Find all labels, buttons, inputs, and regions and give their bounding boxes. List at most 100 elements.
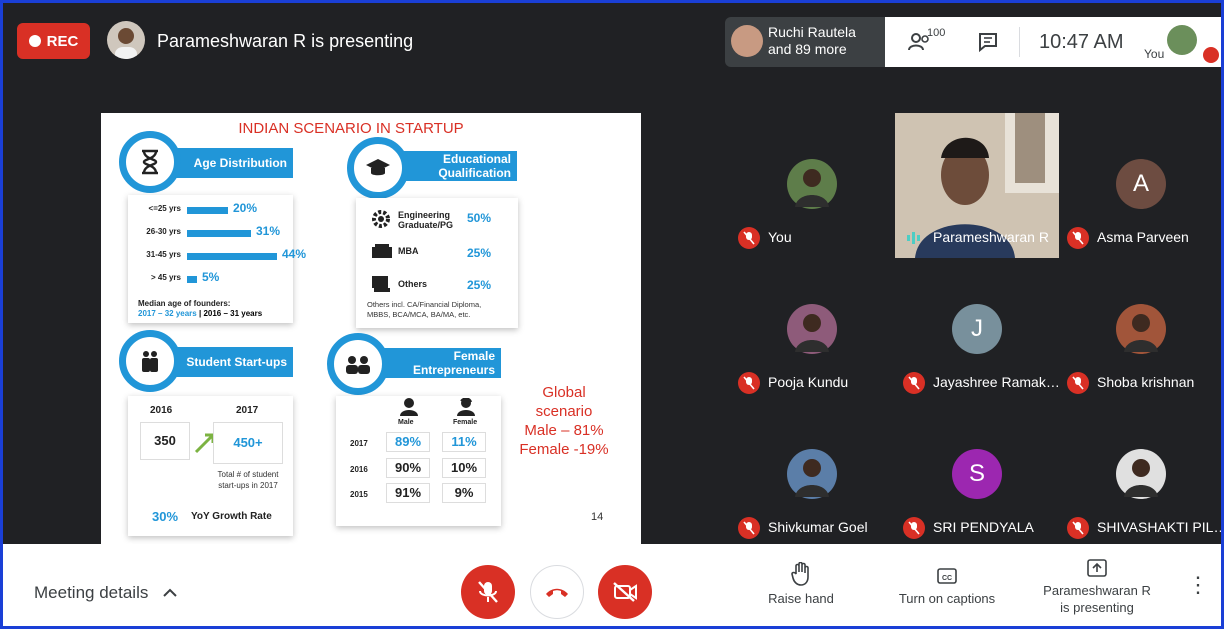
presenting-line2: is presenting	[1060, 600, 1134, 615]
global-scenario: Global scenario Male – 81% Female -19%	[509, 383, 619, 459]
presenting-line1: Parameshwaran R	[1043, 583, 1151, 598]
recording-badge: REC	[17, 23, 90, 59]
global-line2: scenario	[535, 403, 593, 420]
avatar-initial: S	[968, 460, 985, 487]
avatar: J	[952, 304, 1002, 354]
captions-icon: CC	[937, 568, 957, 584]
female-row-male: 89%	[386, 432, 430, 452]
col-male: Male	[398, 419, 414, 426]
entrepreneurs-icon	[327, 333, 389, 395]
graduation-cap-icon	[347, 137, 409, 199]
participant-tile[interactable]: SHIVASHAKTI PIL…	[1059, 403, 1221, 548]
student-value-a: 350	[140, 422, 190, 460]
avatar	[787, 159, 837, 209]
raise-hand-button[interactable]: Raise hand	[763, 561, 839, 607]
age-row-label: 26-30 yrs	[146, 227, 181, 236]
female-card: Male Female 2017 89% 11% 2016 90% 10% 2015 91% 9…	[336, 396, 501, 526]
meeting-details-label: Meeting details	[34, 583, 149, 602]
student-caption-line2: start-ups in 2017	[218, 481, 278, 490]
age-row-value: 44%	[282, 247, 307, 261]
chat-button[interactable]	[977, 31, 999, 58]
avatar	[787, 449, 837, 499]
avatar	[1116, 304, 1166, 354]
participant-tile[interactable]: Shoba krishnan	[1059, 258, 1221, 403]
meeting-details-button[interactable]: Meeting details	[34, 583, 177, 603]
muted-mic-icon	[738, 372, 760, 394]
female-row-female: 9%	[442, 483, 486, 503]
avatar-photo	[787, 304, 837, 354]
building-icon	[372, 244, 392, 263]
edu-row-2-label: Others	[398, 279, 428, 289]
top-right-panel: 100 10:47 AM You	[885, 17, 1221, 67]
camera-off-icon	[613, 582, 637, 602]
median-label: Median age of founders:	[138, 299, 231, 308]
hourglass-icon	[119, 131, 181, 193]
median-2017: 2017 – 32 years	[138, 309, 197, 318]
presenting-button[interactable]: Parameshwaran R is presenting	[1038, 558, 1156, 616]
student-value-b: 450+	[213, 422, 283, 464]
captions-label: Turn on captions	[898, 591, 996, 606]
edu-row-1-label: MBA	[398, 246, 419, 256]
participant-tile[interactable]: J Jayashree Ramak…	[895, 258, 1060, 403]
global-line3: Male – 81%	[524, 422, 604, 439]
female-row-year: 2016	[350, 465, 368, 474]
edu-row-0-value: 50%	[467, 211, 492, 225]
captions-button[interactable]: CC Turn on captions	[887, 562, 1007, 607]
participant-tile[interactable]: Shivkumar Goel	[730, 403, 894, 548]
student-card: 2016 2017 350 450+ Total # of student st…	[128, 396, 293, 536]
participant-tile[interactable]: S SRI PENDYALA	[895, 403, 1059, 548]
muted-mic-icon	[903, 372, 925, 394]
global-line1: Global	[542, 384, 586, 401]
more-options-button[interactable]: ⋮	[1187, 574, 1209, 596]
rec-label: REC	[46, 32, 79, 50]
female-icon	[456, 397, 476, 421]
presenting-title: Parameshwaran R is presenting	[157, 31, 414, 51]
participant-tile[interactable]: Parameshwaran R	[895, 113, 1059, 258]
participant-name: Shivkumar Goel	[768, 519, 868, 535]
bottom-toolbar: Meeting details Raise hand CC Turn on ca…	[3, 544, 1221, 626]
avatar-photo	[1116, 304, 1166, 354]
people-pair-icon	[119, 330, 181, 392]
avatar-photo	[787, 159, 837, 209]
age-row-bar	[187, 230, 251, 237]
leave-call-button[interactable]	[530, 565, 584, 619]
participants-chip[interactable]: Ruchi Rautela and 89 more	[725, 17, 885, 67]
raise-hand-icon	[791, 561, 809, 586]
age-row-bar	[187, 253, 277, 260]
muted-mic-icon	[1067, 372, 1089, 394]
age-row-label: 31-45 yrs	[146, 250, 181, 259]
participant-tile[interactable]: You	[730, 113, 894, 258]
participant-name: Parameshwaran R	[933, 229, 1049, 245]
female-row-male: 90%	[386, 458, 430, 478]
edu-note-line2: MBBS, BCA/MCA, BA/MA, etc.	[367, 310, 471, 319]
avatar: S	[952, 449, 1002, 499]
svg-text:CC: CC	[942, 575, 952, 582]
mic-off-icon	[478, 581, 498, 603]
chip-line-1: Ruchi Rautela	[768, 24, 856, 40]
growth-label: YoY Growth Rate	[191, 511, 272, 522]
people-button[interactable]: 100	[907, 27, 945, 58]
edu-note-line1: Others incl. CA/Financial Diploma,	[367, 300, 482, 309]
avatar-photo	[787, 449, 837, 499]
avatar-initial: J	[971, 315, 983, 342]
participant-chip-avatar	[731, 25, 763, 57]
camera-toggle-button[interactable]	[598, 565, 652, 619]
mic-toggle-button[interactable]	[461, 565, 515, 619]
muted-mic-icon	[738, 517, 760, 539]
avatar: A	[1116, 159, 1166, 209]
participant-name: Shoba krishnan	[1097, 374, 1195, 390]
clock: 10:47 AM	[1039, 31, 1124, 53]
participant-tile[interactable]: A Asma Parveen	[1059, 113, 1221, 258]
female-row-female: 11%	[442, 432, 486, 452]
student-caption-line1: Total # of student	[217, 470, 279, 479]
presentation-slide: INDIAN SCENARIO IN STARTUP Age Distribut…	[101, 113, 641, 547]
gear-icon	[370, 208, 392, 235]
education-heading-line1: Educational	[442, 152, 511, 166]
avatar	[1116, 449, 1166, 499]
age-row-value: 5%	[202, 270, 220, 284]
people-count: 100	[927, 27, 946, 39]
participant-tile[interactable]: Pooja Kundu	[730, 258, 894, 403]
speaking-indicator-icon	[907, 231, 921, 245]
student-year-b: 2017	[236, 405, 259, 416]
education-heading-line2: Qualification	[438, 166, 511, 180]
